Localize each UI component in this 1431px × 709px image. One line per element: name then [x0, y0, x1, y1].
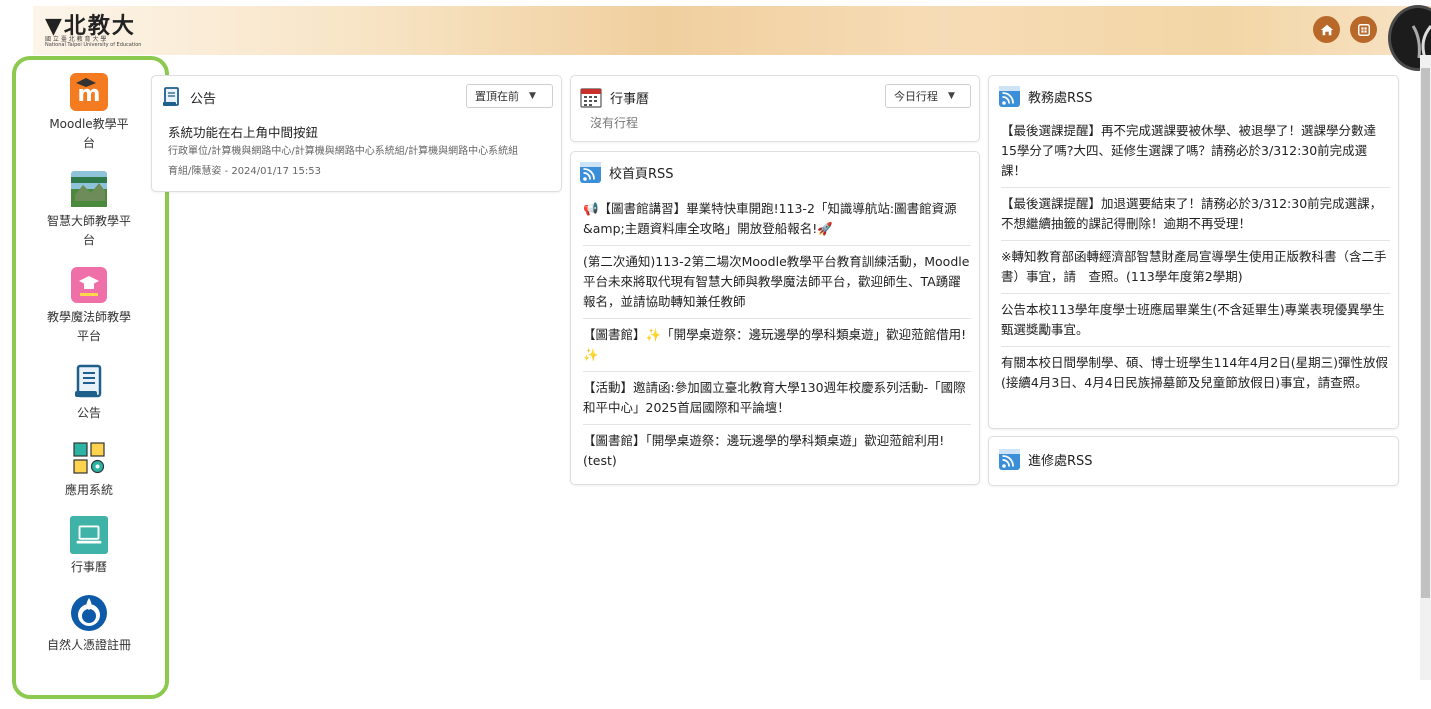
rss-item[interactable]: 📢【圖書館講習】畢業特快車開跑!113-2「知識導航站:圖書館資源&amp;主題…: [583, 193, 971, 246]
rss-item[interactable]: 有關本校日間學制學、碩、博士班學生114年4月2日(星期三)彈性放假(接續4月3…: [1001, 347, 1390, 399]
laptop-icon: [70, 516, 108, 554]
homepage-rss-header: 校首頁RSS: [580, 161, 674, 183]
sidebar-item-apps[interactable]: 應用系統: [16, 439, 162, 500]
chevron-down-icon: ▼: [529, 91, 536, 101]
rss-item[interactable]: ※轉知教育部函轉經濟部智慧財產局宣導學生使用正版教科書（含二手書）事宜，請 查照…: [1001, 241, 1390, 294]
rss-item[interactable]: (第二次通知)113-2第二場次Moodle教學平台教育訓練活動，Moodle平…: [583, 246, 971, 319]
rss-item[interactable]: 【圖書館】✨「開學桌遊祭：邊玩邊學的學科類桌遊」歡迎蒞館借用!✨: [583, 319, 971, 372]
sidebar-item-moodle[interactable]: m Moodle教學平台: [16, 73, 162, 153]
announcement-header: 公告: [162, 86, 216, 108]
dropdown-value: 今日行程: [894, 90, 938, 103]
sidebar-item-teaching-wizard[interactable]: 教學魔法師教學平台: [16, 266, 162, 346]
citizen-cert-icon: [70, 594, 108, 632]
rss-item[interactable]: 【活動】邀請函:參加國立臺北教育大學130週年校慶系列活動-「國際和平中心」20…: [583, 372, 971, 425]
rss-item[interactable]: 【最後選課提醒】加退選要結束了！請務必於3/312:30前完成選課，不想繼續抽籤…: [1001, 188, 1390, 241]
announcement-item-author: 育組/陳慧姿 - 2024/01/17 15:53: [168, 166, 321, 177]
chevron-down-icon: ▼: [948, 91, 955, 101]
announcement-scroll-icon: [163, 87, 179, 106]
announcement-scroll-icon: [70, 362, 108, 400]
sidebar-item-label: 教學魔法師教學平台: [46, 310, 131, 343]
announcement-item-title[interactable]: 系統功能在右上角中間按鈕: [168, 122, 318, 141]
announcement-item-path: 行政單位/計算機與網路中心/計算機與網路中心系統組/計算機與網路中心系統組: [168, 146, 519, 157]
moodle-icon: m: [70, 73, 108, 111]
sidebar-item-label: 行事曆: [70, 560, 107, 574]
continuing-rss-title: 進修處RSS: [1028, 453, 1093, 469]
teaching-wizard-icon: [70, 266, 108, 304]
announcement-sort-dropdown[interactable]: 置頂在前 ▼: [466, 84, 553, 108]
homepage-rss-list: 📢【圖書館講習】畢業特快車開跑!113-2「知識導航站:圖書館資源&amp;主題…: [583, 193, 971, 477]
sidebar-item-label: 公告: [76, 406, 101, 420]
sidebar-item-label: 智慧大師教學平台: [46, 214, 131, 247]
calendar-title: 行事曆: [610, 91, 650, 107]
rss-icon: [580, 161, 601, 183]
sidebar-item-citizen-cert[interactable]: 自然人憑證註冊: [16, 594, 162, 655]
academic-rss-header: 教務處RSS: [999, 85, 1093, 107]
sidebar-item-smart-master[interactable]: 智慧大師教學平台: [16, 170, 162, 250]
sidebar-item-announcement[interactable]: 公告: [16, 362, 162, 423]
sidebar-item-label: 自然人憑證註冊: [46, 638, 131, 652]
calendar-icon: [580, 88, 602, 108]
page-scrollbar-thumb[interactable]: [1421, 68, 1430, 598]
university-logo[interactable]: ▼北教大 國 立 臺 北 教 育 大 學 National Taipei Uni…: [45, 8, 165, 52]
academic-rss-card: 教務處RSS 【最後選課提醒】再不完成選課要被休學、被退學了！選課學分數達15學…: [988, 75, 1399, 429]
academic-rss-list: 【最後選課提醒】再不完成選課要被休學、被退學了！選課學分數達15學分了嗎?大四、…: [1001, 115, 1390, 399]
rss-icon: [999, 85, 1020, 107]
home-icon: [1320, 24, 1333, 35]
apps-grid-icon: [70, 439, 108, 477]
dropdown-value: 置頂在前: [475, 90, 519, 103]
rss-icon: [999, 448, 1020, 470]
rss-item[interactable]: 公告本校113學年度學士班應屆畢業生(不含延畢生)專業表現優異學生甄選獎勵事宜。: [1001, 294, 1390, 347]
continuing-rss-header: 進修處RSS: [999, 448, 1093, 470]
homepage-rss-title: 校首頁RSS: [609, 166, 674, 182]
homepage-rss-card: 校首頁RSS 📢【圖書館講習】畢業特快車開跑!113-2「知識導航站:圖書館資源…: [570, 151, 980, 485]
rss-item[interactable]: 【圖書館】「開學桌遊祭：邊玩邊學的學科類桌遊」歡迎蒞館利用!(test): [583, 425, 971, 477]
calendar-header: 行事曆: [580, 86, 649, 108]
grid-calendar-icon: [1357, 23, 1370, 36]
calendar-range-dropdown[interactable]: 今日行程 ▼: [885, 84, 971, 108]
sidebar-item-calendar[interactable]: 行事曆: [16, 516, 162, 577]
sidebar-item-label: 應用系統: [64, 483, 113, 497]
continuing-rss-card: 進修處RSS: [988, 436, 1399, 486]
announcement-title: 公告: [190, 91, 217, 107]
calendar-empty-text: 沒有行程: [590, 116, 639, 130]
academic-rss-title: 教務處RSS: [1028, 90, 1093, 106]
logo-english: National Taipei University of Education: [45, 42, 142, 48]
calendar-menu-button[interactable]: [1350, 16, 1377, 43]
rss-item[interactable]: 【最後選課提醒】再不完成選課要被休學、被退學了！選課學分數達15學分了嗎?大四、…: [1001, 115, 1390, 188]
sidebar-item-label: Moodle教學平台: [49, 117, 129, 150]
top-header: [33, 6, 1431, 55]
calendar-card: 行事曆 今日行程 ▼ 沒有行程: [570, 75, 980, 142]
smart-master-icon: [70, 170, 108, 208]
home-button[interactable]: [1313, 16, 1340, 43]
announcement-card: 公告 置頂在前 ▼ 系統功能在右上角中間按鈕 行政單位/計算機與網路中心/計算機…: [151, 75, 562, 192]
